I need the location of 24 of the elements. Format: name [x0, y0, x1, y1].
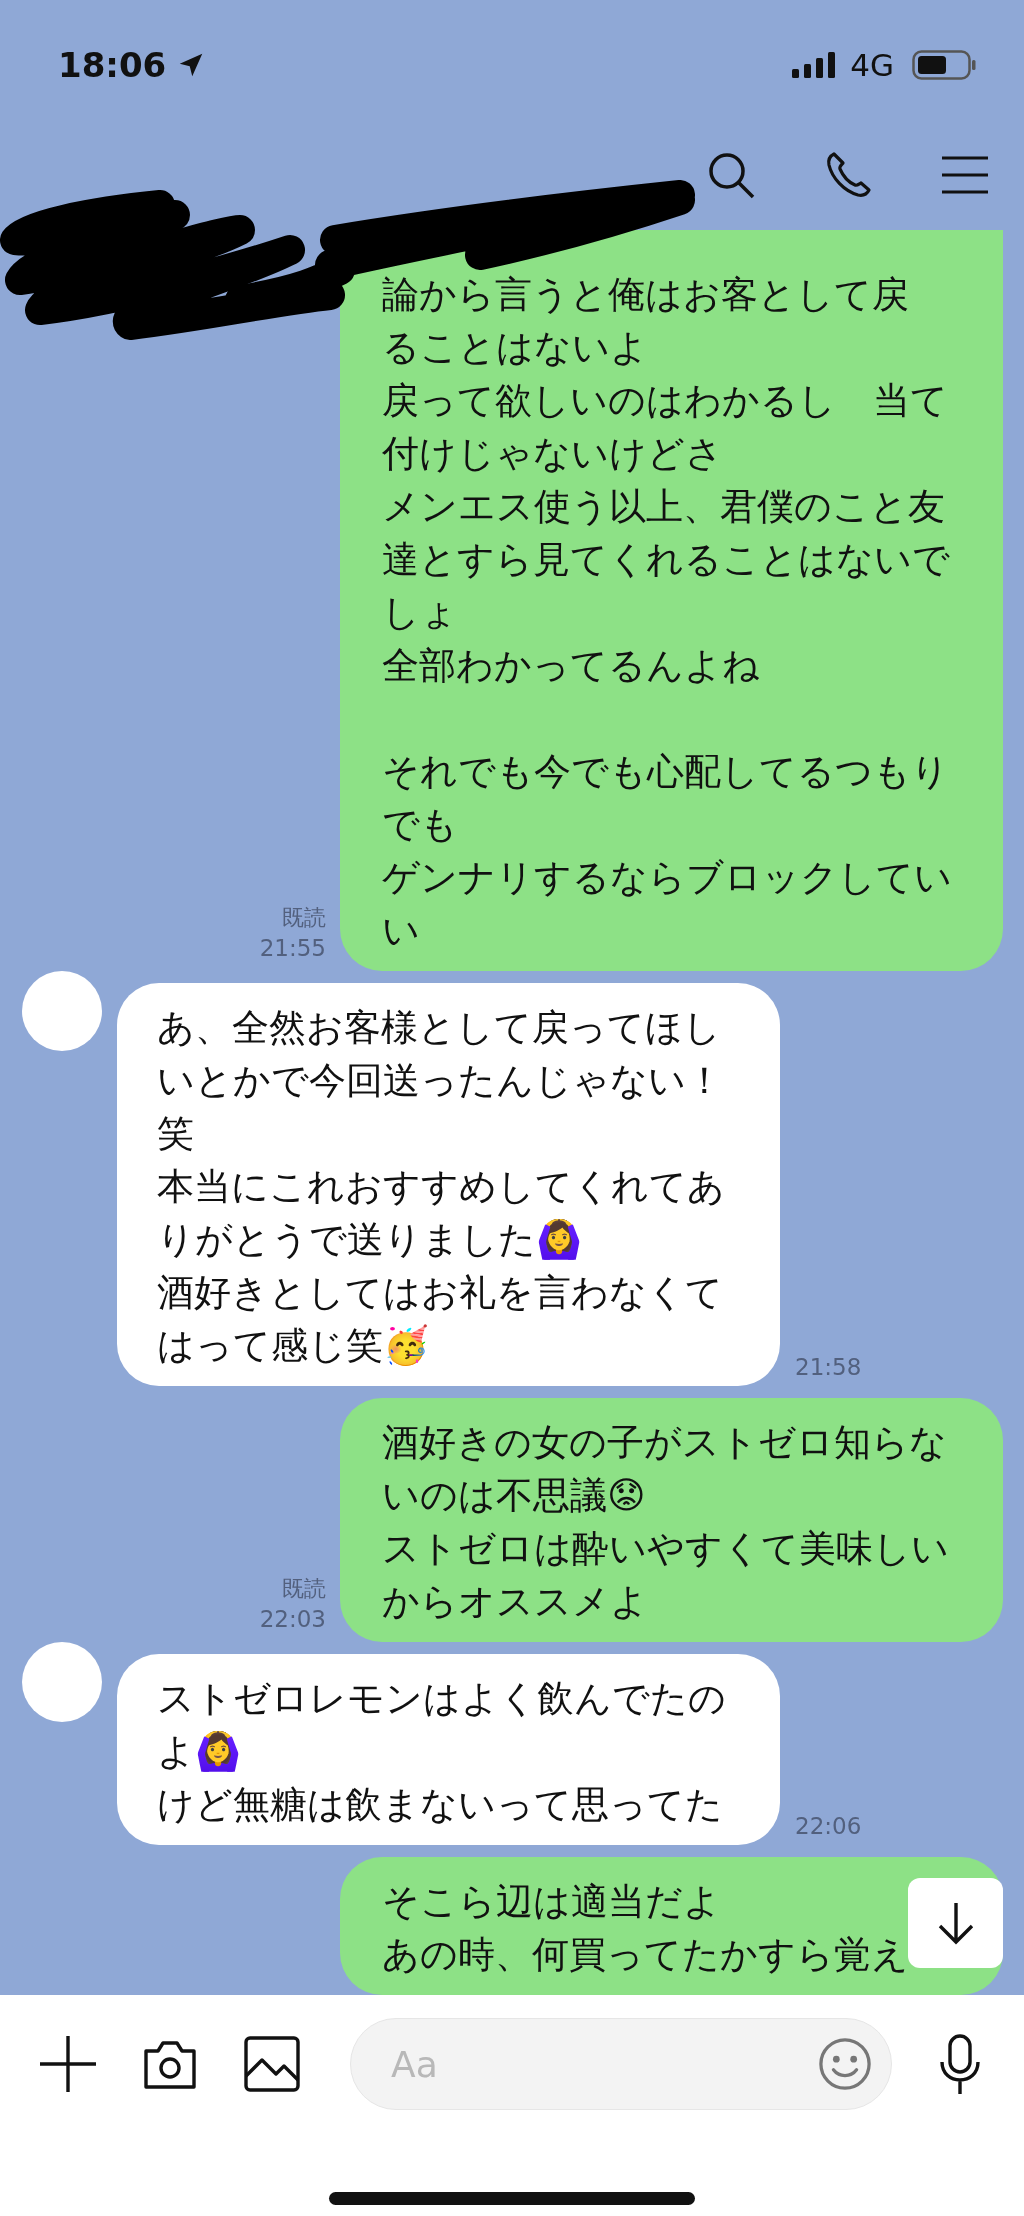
scroll-down-button[interactable] — [908, 1878, 1003, 1968]
camera-icon[interactable] — [142, 2039, 198, 2089]
search-icon[interactable] — [706, 150, 756, 200]
read-receipt: 既読 — [282, 1575, 326, 1603]
read-receipt: 既読 — [282, 904, 326, 932]
received-message-bubble: ストゼロレモンはよく飲んでたの よ🙆‍♀ けど無糖は飲まないって思ってた — [117, 1654, 780, 1845]
message-time: 21:58 — [795, 1354, 862, 1382]
message-time: 22:06 — [795, 1813, 862, 1841]
signal-icon — [792, 52, 837, 78]
battery-icon — [912, 50, 976, 80]
status-time: 18:06 — [58, 45, 167, 85]
received-message-bubble: あ、全然お客様として戻ってほし いとかで今回送ったんじゃない！ 笑 本当にこれおすすめしてくれてあ りがとうで送りました🙆‍♀ 酒好きとしてはお礼を言わなくて はって感じ笑🥳 — [117, 983, 780, 1386]
emoji-icon[interactable] — [818, 2037, 872, 2091]
sent-message-bubble: 酒好きの女の子がストゼロ知らな いのは不思議😟 ストゼロは酔いやすくて美味しい からオススメよ — [340, 1398, 1003, 1642]
sent-message-bubble: 論から言うと俺はお客として戻 ることはないよ 戻って欲しいのはわかるし 当て 付けじゃないけどさ メンエス使う以上、君僕のこと友 達とすら見てくれることはないで しょ 全部わかってるんよね それでも今でも心配してるつもり でも ゲンナリするならブロックしてい い — [340, 230, 1003, 971]
message-time: 21:55 — [259, 934, 326, 963]
microphone-icon[interactable] — [938, 2034, 982, 2094]
sent-message-bubble: そこら辺は適当だよ あの時、何買ってたかすら覚え — [340, 1857, 1003, 1995]
network-type: 4G — [850, 47, 894, 83]
image-icon[interactable] — [244, 2036, 300, 2092]
message-time: 22:03 — [259, 1605, 326, 1634]
menu-icon[interactable] — [942, 155, 988, 195]
message-input-field[interactable]: Aa — [350, 2018, 892, 2110]
plus-icon[interactable] — [40, 2036, 96, 2092]
